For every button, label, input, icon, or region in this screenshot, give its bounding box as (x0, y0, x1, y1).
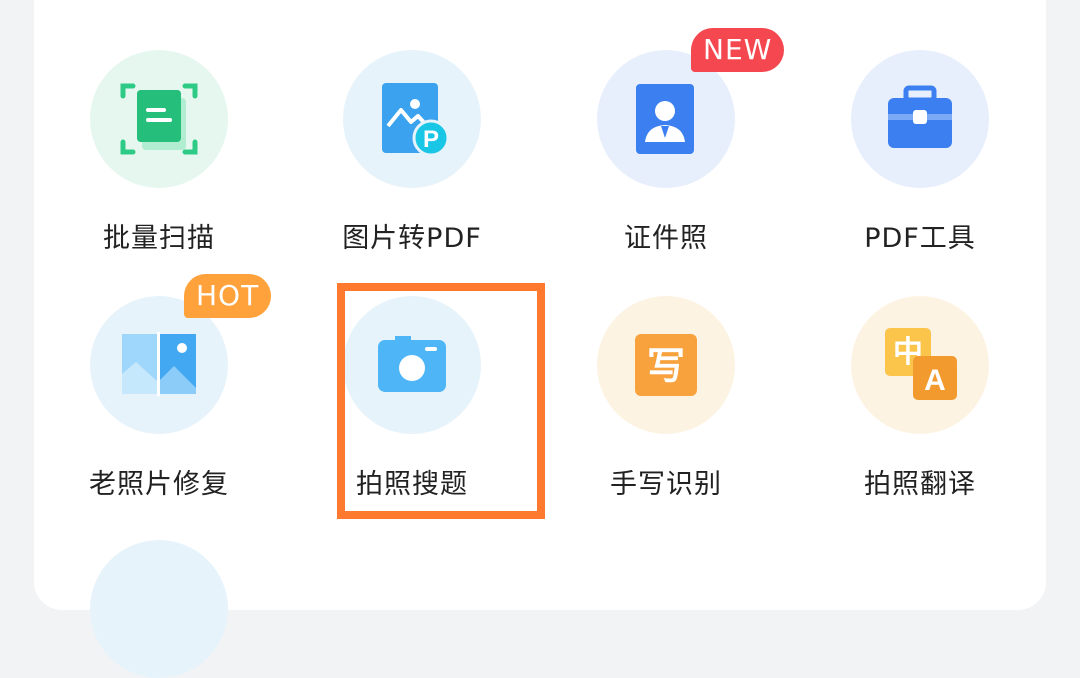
next-row-tool-icon[interactable] (90, 540, 228, 678)
tool-label: 拍照翻译 (864, 469, 976, 500)
tool-handwriting[interactable]: 写 手写识别 (541, 296, 791, 536)
tool-label: 批量扫描 (103, 223, 215, 254)
pdf-p-letter: P (423, 126, 439, 153)
handwriting-char: 写 (647, 344, 685, 388)
new-badge: NEW (691, 28, 785, 72)
tool-label: 图片转PDF (342, 223, 482, 254)
batch-scan-icon (90, 50, 228, 188)
translate-icon: 中 A (851, 296, 989, 434)
tool-photo-translate[interactable]: 中 A 拍照翻译 (795, 296, 1045, 536)
tool-batch-scan[interactable]: 批量扫描 (34, 50, 284, 290)
tool-photo-restore[interactable]: 老照片修复 (34, 296, 284, 536)
handwriting-icon: 写 (597, 296, 735, 434)
highlight-box (337, 283, 545, 519)
tool-label: 证件照 (624, 223, 708, 254)
image-to-pdf-icon: P (343, 50, 481, 188)
hot-badge: HOT (184, 274, 272, 318)
translate-en-char: A (924, 364, 946, 397)
tool-label: PDF工具 (864, 223, 976, 254)
tool-image-to-pdf[interactable]: P 图片转PDF (287, 50, 537, 290)
tool-id-photo[interactable]: 证件照 (541, 50, 791, 290)
tool-label: 手写识别 (610, 469, 722, 500)
tool-label: 老照片修复 (89, 469, 229, 500)
tool-pdf-tools[interactable]: PDF工具 (795, 50, 1045, 290)
pdf-tools-icon (851, 50, 989, 188)
